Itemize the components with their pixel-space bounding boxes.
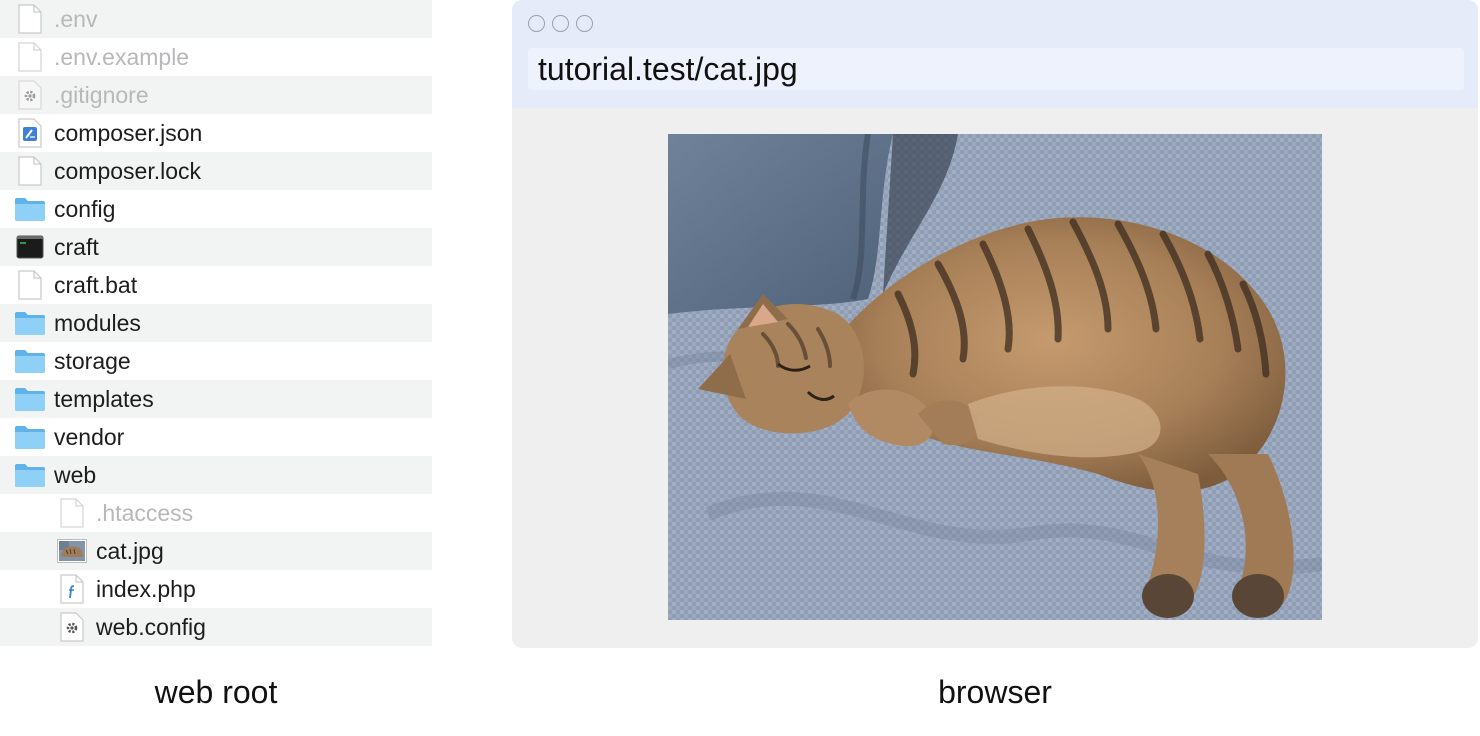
file-name: web — [54, 462, 97, 488]
file-name: web.config — [96, 614, 206, 640]
folder-icon — [14, 418, 46, 456]
file-row-vendor[interactable]: vendor — [0, 418, 432, 456]
file-name: composer.lock — [54, 158, 202, 184]
file-row-gitignore[interactable]: .gitignore — [0, 76, 432, 114]
address-bar-url: tutorial.test/cat.jpg — [538, 51, 798, 87]
zoom-window-button[interactable] — [576, 15, 593, 32]
file-row-cat-jpg[interactable]: cat.jpg — [0, 532, 432, 570]
document-icon — [56, 494, 88, 532]
file-name: .env.example — [54, 44, 190, 70]
document-icon — [14, 266, 46, 304]
file-name: templates — [54, 386, 154, 412]
image-thumbnail-icon — [56, 532, 88, 570]
document-icon — [14, 0, 46, 38]
file-name: modules — [54, 310, 141, 336]
file-row-index-php[interactable]: index.php — [0, 570, 432, 608]
folder-icon — [14, 342, 46, 380]
terminal-icon — [14, 228, 46, 266]
file-row-htaccess[interactable]: .htaccess — [0, 494, 432, 532]
web-root-caption: web root — [154, 674, 278, 710]
file-row-craft-bat[interactable]: craft.bat — [0, 266, 432, 304]
file-name: storage — [54, 348, 131, 374]
file-row-modules[interactable]: modules — [0, 304, 432, 342]
folder-icon — [14, 304, 46, 342]
document-icon — [14, 152, 46, 190]
gear-document-icon — [56, 608, 88, 646]
browser-caption: browser — [938, 674, 1052, 710]
file-row-composer-json[interactable]: composer.json — [0, 114, 432, 152]
file-name: .gitignore — [54, 82, 149, 108]
file-name: composer.json — [54, 120, 203, 146]
file-row-web[interactable]: web — [0, 456, 432, 494]
json-document-icon — [14, 114, 46, 152]
file-name: craft.bat — [54, 272, 138, 298]
folder-icon — [14, 456, 46, 494]
file-name: craft — [54, 234, 99, 260]
file-row-config[interactable]: config — [0, 190, 432, 228]
document-icon — [14, 38, 46, 76]
close-window-button[interactable] — [528, 15, 545, 32]
gear-document-icon — [14, 76, 46, 114]
php-document-icon — [56, 570, 88, 608]
file-name: .env — [54, 6, 98, 32]
browser-window: tutorial.test/cat.jpg — [512, 0, 1478, 648]
file-row-craft[interactable]: craft — [0, 228, 432, 266]
file-row-env-example[interactable]: .env.example — [0, 38, 432, 76]
file-list: .env .env.example .gitignore composer.js… — [0, 0, 432, 646]
browser-toolbar: tutorial.test/cat.jpg — [512, 0, 1478, 108]
file-name: .htaccess — [96, 500, 194, 526]
file-row-storage[interactable]: storage — [0, 342, 432, 380]
file-name: config — [54, 196, 116, 222]
file-row-env[interactable]: .env — [0, 0, 432, 38]
address-bar[interactable]: tutorial.test/cat.jpg — [528, 48, 1464, 90]
file-row-templates[interactable]: templates — [0, 380, 432, 418]
folder-icon — [14, 380, 46, 418]
folder-icon — [14, 190, 46, 228]
file-name: vendor — [54, 424, 125, 450]
minimize-window-button[interactable] — [552, 15, 569, 32]
file-row-web-config[interactable]: web.config — [0, 608, 432, 646]
file-row-composer-lock[interactable]: composer.lock — [0, 152, 432, 190]
cat-photo — [668, 134, 1322, 620]
file-name: index.php — [96, 576, 196, 602]
file-name: cat.jpg — [96, 538, 164, 564]
